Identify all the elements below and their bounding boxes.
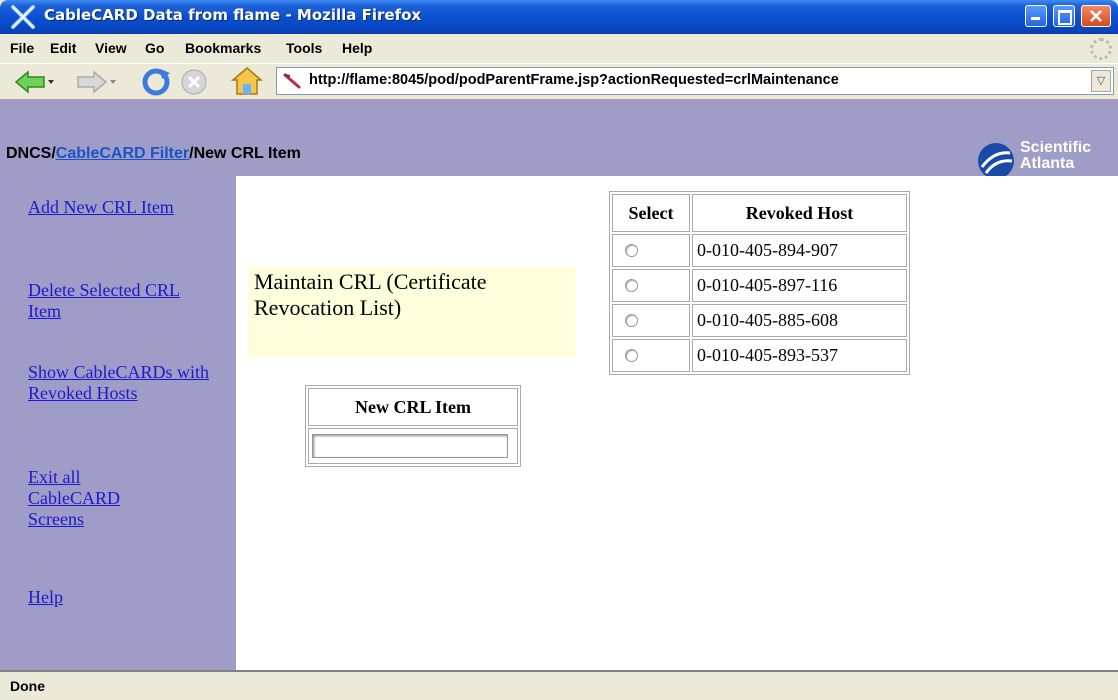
select-radio[interactable] [625, 243, 638, 257]
navigation-toolbar: http://flame:8045/pod/podParentFrame.jsp… [0, 64, 1118, 100]
new-crl-item-form: New CRL Item [305, 385, 521, 467]
menu-file[interactable]: File [10, 40, 34, 56]
column-header-revoked-host: Revoked Host [692, 194, 907, 232]
column-header-select: Select [612, 194, 690, 232]
throbber-icon [1090, 38, 1112, 60]
reload-icon[interactable] [140, 67, 172, 97]
menu-bar: File Edit View Go Bookmarks Tools Help [0, 34, 1118, 64]
page-heading-box: Maintain CRL (Certificate Revocation Lis… [248, 267, 576, 357]
sidebar-delete-selected[interactable]: Delete Selected CRL Item [28, 280, 198, 322]
menu-edit[interactable]: Edit [50, 40, 76, 56]
menu-bookmarks[interactable]: Bookmarks [185, 40, 261, 56]
sidebar-help[interactable]: Help [28, 587, 63, 608]
new-crl-item-header: New CRL Item [308, 388, 518, 426]
table-row: 0-010-405-885-608 [612, 304, 907, 337]
maximize-button[interactable] [1053, 5, 1075, 27]
breadcrumb: DNCS/CableCARD Filter/New CRL Item [6, 145, 301, 163]
revoked-host-cell: 0-010-405-893-537 [692, 339, 907, 372]
select-radio[interactable] [625, 278, 638, 292]
revoked-host-cell: 0-010-405-897-116 [692, 269, 907, 302]
feather-page-icon [283, 73, 301, 89]
firefox-x-icon [11, 5, 35, 29]
url-dropdown-icon[interactable]: ▽ [1091, 70, 1111, 92]
page-title: Maintain CRL (Certificate Revocation Lis… [254, 269, 487, 320]
forward-icon[interactable] [76, 70, 116, 94]
table-row: 0-010-405-897-116 [612, 269, 907, 302]
select-radio[interactable] [625, 313, 638, 327]
address-bar[interactable]: http://flame:8045/pod/podParentFrame.jsp… [276, 67, 1114, 95]
table-row: 0-010-405-894-907 [612, 234, 907, 267]
status-bar: Done [0, 672, 1118, 700]
scientific-atlanta-logo: Scientific Atlanta [976, 141, 1118, 177]
window-title-bar[interactable]: CableCARD Data from flame - Mozilla Fire… [0, 0, 1118, 34]
logo-text: Scientific Atlanta [1020, 141, 1092, 172]
sidebar-exit-all[interactable]: Exit all CableCARD Screens [28, 467, 168, 530]
new-crl-item-input[interactable] [312, 434, 508, 458]
url-text: http://flame:8045/pod/podParentFrame.jsp… [309, 72, 839, 88]
status-text: Done [10, 678, 45, 694]
home-icon[interactable] [230, 66, 264, 96]
close-button[interactable] [1081, 5, 1111, 27]
menu-tools[interactable]: Tools [286, 40, 322, 56]
menu-view[interactable]: View [95, 40, 127, 56]
menu-go[interactable]: Go [145, 40, 164, 56]
revoked-host-cell: 0-010-405-894-907 [692, 234, 907, 267]
app-header [0, 100, 1118, 178]
breadcrumb-root: DNCS/ [6, 145, 56, 162]
back-icon[interactable] [14, 70, 54, 94]
sidebar-show-cablecards[interactable]: Show CableCARDs with Revoked Hosts [28, 362, 223, 404]
revoked-host-cell: 0-010-405-885-608 [692, 304, 907, 337]
select-radio[interactable] [625, 348, 638, 362]
revoked-hosts-table: Select Revoked Host 0-010-405-894-907 0-… [609, 191, 910, 375]
breadcrumb-cablecard-filter-link[interactable]: CableCARD Filter [56, 145, 189, 162]
sidebar-add-new-crl-item[interactable]: Add New CRL Item [28, 197, 178, 218]
menu-help[interactable]: Help [342, 40, 372, 56]
breadcrumb-current: /New CRL Item [189, 145, 301, 162]
sidebar: Add New CRL Item Delete Selected CRL Ite… [0, 176, 236, 670]
sa-logo-icon [978, 143, 1014, 177]
table-row: 0-010-405-893-537 [612, 339, 907, 372]
window-title: CableCARD Data from flame - Mozilla Fire… [44, 6, 422, 24]
minimize-button[interactable] [1025, 5, 1047, 27]
stop-icon[interactable] [180, 68, 208, 96]
close-icon [1090, 10, 1102, 22]
